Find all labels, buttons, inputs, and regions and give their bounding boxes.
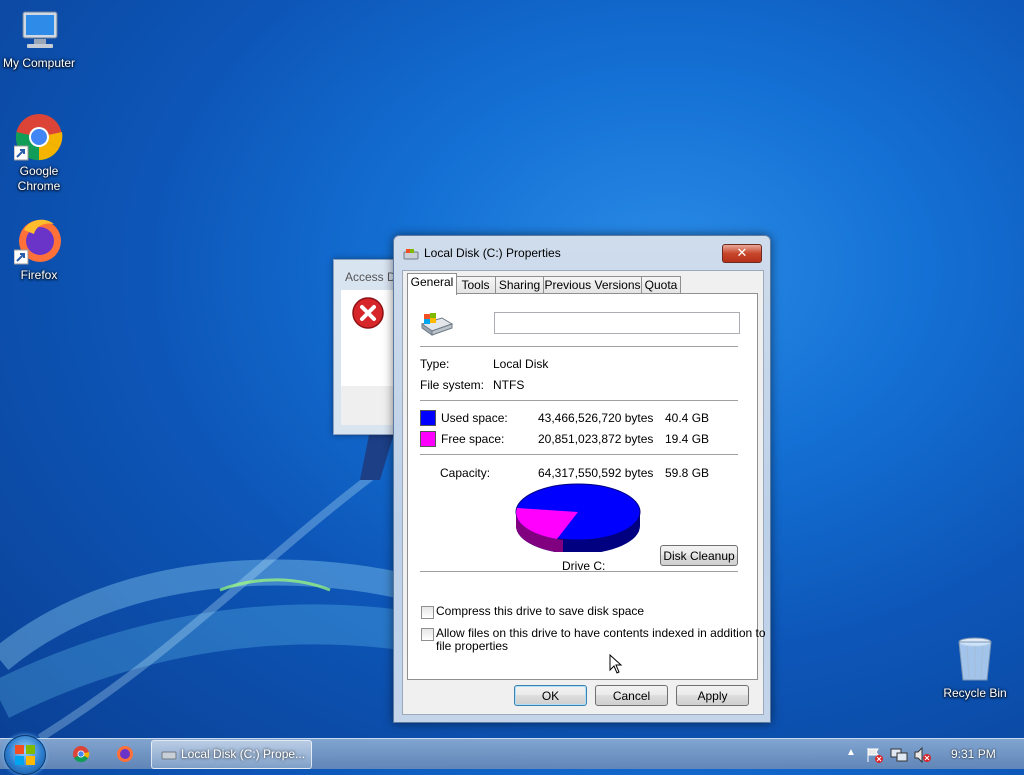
type-label: Type: [420, 357, 450, 371]
free-space-label: Free space: [441, 432, 505, 446]
divider [420, 400, 738, 401]
properties-window[interactable]: Local Disk (C:) Properties ✕ General Too… [393, 235, 771, 723]
desktop-icon-recycle-bin[interactable]: Recycle Bin [933, 636, 1017, 701]
capacity-bytes: 64,317,550,592 bytes [538, 466, 654, 480]
desktop-icon-chrome[interactable]: Google Chrome [0, 112, 81, 194]
dialog-client: General Tools Sharing Previous Versions … [402, 270, 766, 715]
drive-name-input[interactable] [494, 312, 740, 334]
file-system-value: NTFS [493, 378, 525, 392]
desktop-icon-firefox[interactable]: Firefox [0, 216, 81, 283]
chrome-icon [14, 114, 63, 161]
compress-checkbox[interactable] [421, 606, 434, 619]
type-value: Local Disk [493, 357, 549, 371]
divider [420, 346, 738, 347]
used-space-size: 40.4 GB [665, 411, 710, 425]
index-checkbox[interactable] [421, 628, 434, 641]
local-disk-icon [420, 313, 454, 336]
used-space-bytes: 43,466,526,720 bytes [538, 411, 654, 425]
desktop-icon-label: Recycle Bin [943, 686, 1007, 700]
divider [420, 571, 738, 572]
file-system-label: File system: [420, 378, 485, 392]
error-icon [352, 297, 384, 329]
taskbar-chrome[interactable] [70, 740, 92, 767]
free-space-bytes: 20,851,023,872 bytes [538, 432, 654, 446]
start-button[interactable] [4, 735, 46, 775]
used-space-swatch [420, 410, 436, 426]
ok-button[interactable]: OK [514, 685, 587, 706]
volume-muted-icon[interactable] [914, 747, 932, 763]
index-label-line2: file properties [436, 639, 509, 653]
recycle-bin-icon [958, 637, 992, 681]
capacity-label: Capacity: [440, 466, 491, 480]
windows-logo-icon [15, 745, 35, 765]
drive-icon [403, 249, 419, 260]
tab-general[interactable]: General [407, 273, 457, 295]
free-space-swatch [420, 431, 436, 447]
desktop-icon-label: Firefox [20, 268, 58, 282]
action-center-flag-icon[interactable] [866, 747, 884, 763]
clock[interactable]: 9:31 PM [951, 747, 996, 761]
taskbar-task-properties[interactable]: Local Disk (C:) Prope... [151, 740, 312, 769]
desktop-icon-label: My Computer [2, 56, 76, 70]
apply-button[interactable]: Apply [676, 685, 749, 706]
show-hidden-icons-icon[interactable]: ▲ [846, 747, 856, 758]
general-panel: Type: Local Disk File system: NTFS Used … [407, 293, 766, 680]
window-title: Local Disk (C:) Properties [424, 246, 561, 260]
network-icon[interactable] [890, 747, 908, 763]
taskbar-task-label: Local Disk (C:) Prope... [181, 747, 306, 761]
used-space-label: Used space: [441, 411, 508, 425]
disk-cleanup-button[interactable]: Disk Cleanup [660, 545, 738, 566]
taskbar: Local Disk (C:) Prope... ▲ 9:31 PM [0, 735, 1024, 775]
index-label-line1: Allow files on this drive to have conten… [436, 626, 766, 640]
disk-usage-pie [515, 483, 641, 552]
mouse-cursor-icon [609, 654, 623, 674]
firefox-icon [14, 219, 61, 265]
firefox-icon [117, 746, 133, 762]
desktop-icon-my-computer[interactable]: My Computer [0, 8, 81, 71]
compress-label: Compress this drive to save disk space [436, 604, 645, 618]
taskbar-firefox[interactable] [114, 740, 136, 767]
close-button[interactable]: ✕ [722, 244, 762, 263]
divider [420, 454, 738, 455]
access-dialog-title: Access D [345, 270, 396, 284]
system-tray: ▲ [840, 739, 940, 769]
chrome-icon [73, 746, 90, 763]
free-space-size: 19.4 GB [665, 432, 710, 446]
desktop-icon-label: Google Chrome [17, 164, 61, 193]
drive-icon [161, 751, 177, 760]
my-computer-icon [22, 11, 58, 48]
capacity-size: 59.8 GB [665, 466, 710, 480]
cancel-button[interactable]: Cancel [595, 685, 668, 706]
